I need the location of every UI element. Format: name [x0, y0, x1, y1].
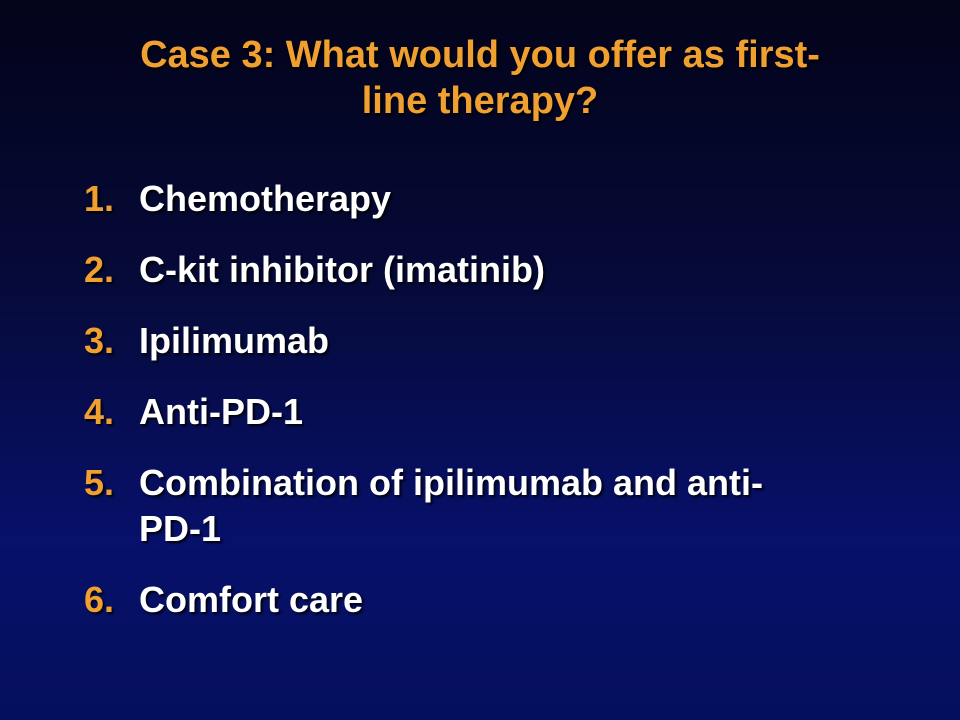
option-text: Ipilimumab [139, 320, 330, 361]
answer-option-1: 1. Chemotherapy [84, 176, 904, 222]
option-number: 1. [84, 178, 115, 219]
option-number: 4. [84, 391, 115, 432]
answer-option-2: 2. C-kit inhibitor (imatinib) [84, 247, 904, 293]
option-text: Anti-PD-1 [139, 391, 303, 432]
slide-title-line-1: Case 3: What would you offer as first- [140, 34, 820, 76]
slide: Case 3: What would you offer as first-li… [0, 0, 960, 720]
option-number: 3. [84, 320, 115, 361]
slide-title: Case 3: What would you offer as first-li… [30, 32, 930, 124]
answer-option-5: 5. Combination of ipilimumab and anti- PD… [84, 460, 904, 552]
option-text: Combination of ipilimumab and anti- PD-1 [139, 460, 879, 552]
answer-option-4: 4. Anti-PD-1 [84, 389, 904, 435]
option-number: 6. [84, 579, 115, 620]
answer-option-6: 6. Comfort care [84, 577, 904, 623]
option-text-line-1: Combination of ipilimumab and anti- [139, 462, 763, 503]
answer-option-3: 3. Ipilimumab [84, 318, 904, 364]
slide-title-line-2: line therapy? [361, 80, 599, 122]
option-text: Chemotherapy [139, 178, 392, 219]
option-text-line-2: PD-1 [139, 508, 222, 549]
option-text: Comfort care [139, 579, 364, 620]
option-number: 2. [84, 249, 115, 290]
answer-options-list: 1. Chemotherapy 2. C-kit inhibitor (imat… [84, 176, 904, 648]
option-text: C-kit inhibitor (imatinib) [139, 249, 545, 290]
option-number: 5. [84, 462, 115, 503]
